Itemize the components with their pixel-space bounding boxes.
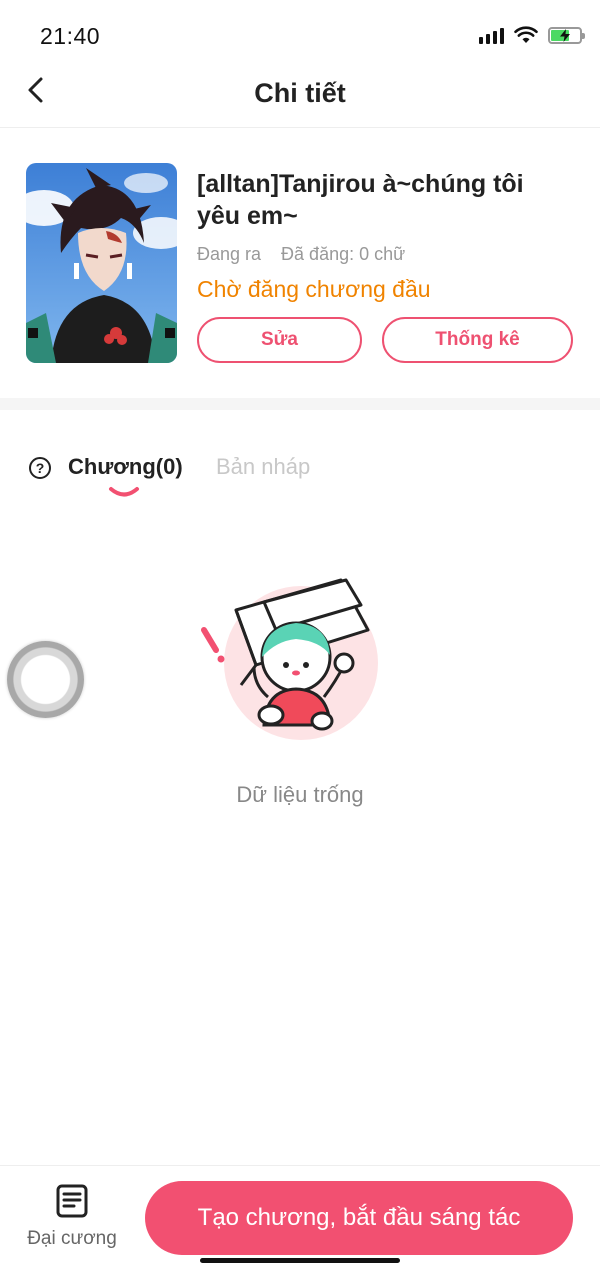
tab-drafts[interactable]: Bản nháp <box>216 454 310 480</box>
floating-assistive-button[interactable] <box>7 641 84 718</box>
chapter-tabs: ? Chương(0) Bản nháp <box>0 440 600 510</box>
battery-charging-icon <box>548 26 585 44</box>
page-title: Chi tiết <box>254 78 346 108</box>
publish-status: Chờ đăng chương đầu <box>197 276 431 302</box>
wifi-icon <box>514 26 538 43</box>
empty-box-illustration <box>201 578 378 740</box>
status-icons <box>479 26 585 44</box>
signal-icon <box>479 26 504 44</box>
book-meta: Đang ra Đã đăng: 0 chữ <box>197 244 405 265</box>
header: Chi tiết <box>0 64 600 128</box>
empty-state-text: Dữ liệu trống <box>236 782 364 807</box>
status-time: 21:40 <box>40 23 101 49</box>
cover-image[interactable] <box>26 163 177 363</box>
bottom-bar: Đại cương Tạo chương, bắt đầu sáng tác <box>0 1165 600 1267</box>
edit-button[interactable]: Sửa <box>197 317 362 363</box>
tab-chapters[interactable]: Chương(0) <box>68 454 183 480</box>
tab-active-indicator <box>109 487 139 497</box>
book-info: [alltan]Tanjirou à~chúng tôi yêu em~ Đan… <box>0 128 600 398</box>
stats-button[interactable]: Thống kê <box>382 317 573 363</box>
document-list-icon <box>56 1184 88 1218</box>
home-indicator <box>200 1258 400 1263</box>
book-title: [alltan]Tanjirou à~chúng tôi yêu em~ <box>197 170 524 230</box>
status-bar: 21:40 <box>0 0 600 64</box>
outline-nav-button[interactable]: Đại cương <box>22 1184 122 1254</box>
book-state: Đang ra <box>197 244 262 264</box>
create-chapter-button[interactable]: Tạo chương, bắt đầu sáng tác <box>145 1181 573 1255</box>
outline-label: Đại cương <box>27 1228 117 1249</box>
question-circle-icon[interactable]: ? <box>29 457 51 479</box>
section-divider <box>0 398 600 410</box>
word-count: Đã đăng: 0 chữ <box>281 244 406 264</box>
